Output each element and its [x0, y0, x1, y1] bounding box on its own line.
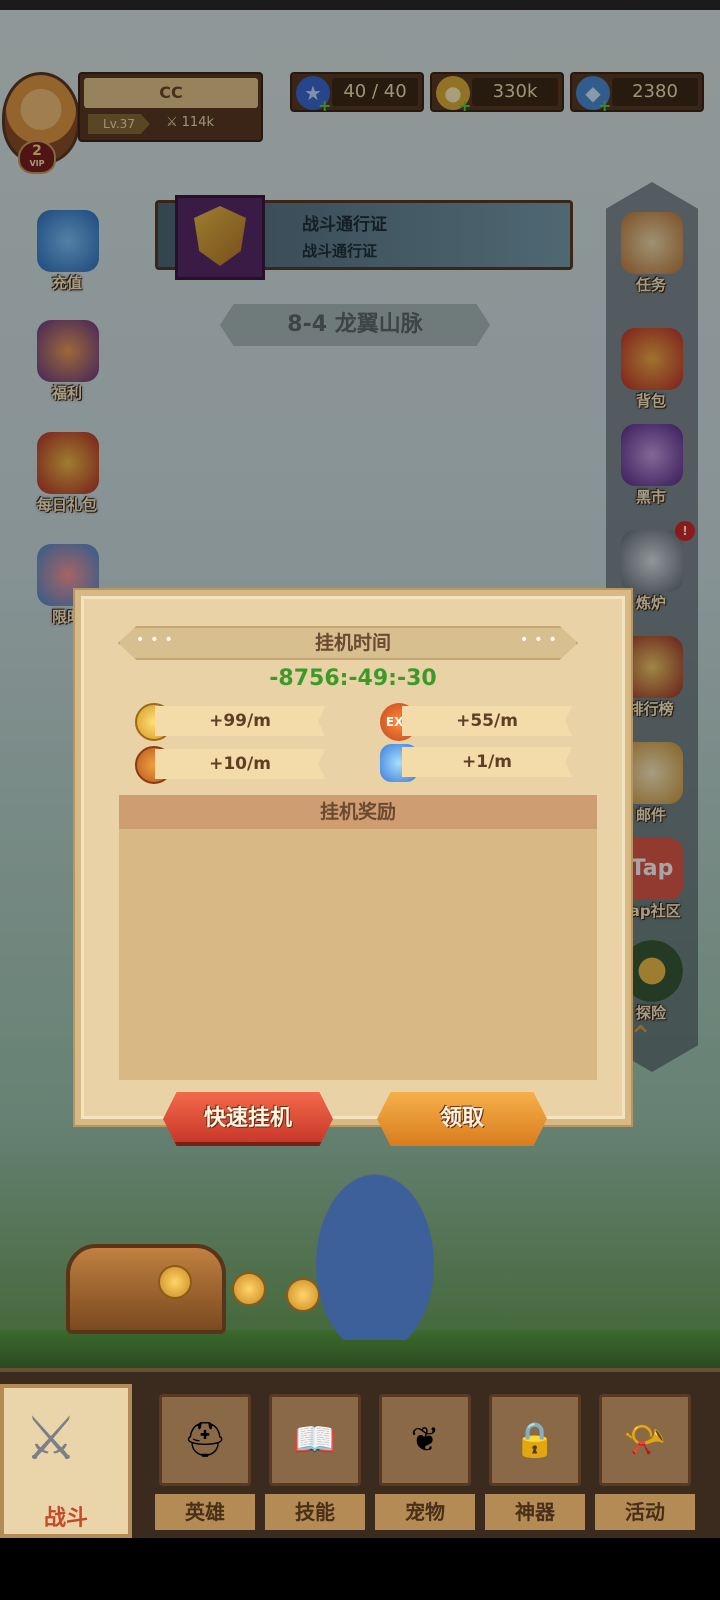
helmet-icon: ⛑ — [159, 1394, 251, 1486]
spellbook-icon: 📖 — [269, 1394, 361, 1486]
crystal-rate: +1/m — [402, 747, 572, 777]
game-scene: 2 VIP CC Lv.37 ⚔ 114k ★ + 40 / 40 ● + 330… — [0, 0, 720, 1600]
nav-artifacts[interactable]: 🔒 神器 — [485, 1394, 585, 1534]
medal-rate: +10/m — [155, 749, 325, 779]
claim-button[interactable]: 领取 — [377, 1092, 547, 1146]
nav-skills-label: 技能 — [265, 1494, 365, 1530]
nav-battle-label: 战斗 — [43, 1506, 88, 1531]
modal-title: 挂机时间 — [314, 632, 391, 654]
nav-pets-label: 宠物 — [375, 1494, 475, 1530]
treasure-chest[interactable] — [66, 1244, 226, 1334]
crossed-swords-icon: ⚔ — [24, 1404, 78, 1474]
nav-skills[interactable]: 📖 技能 — [265, 1394, 365, 1534]
pet-icon: ❦ — [379, 1394, 471, 1486]
nav-events[interactable]: 📯 活动 — [595, 1394, 695, 1534]
reward-list-panel — [119, 795, 597, 1080]
nav-heroes-label: 英雄 — [155, 1494, 255, 1530]
reward-header: 挂机奖励 — [119, 795, 597, 829]
dragon-monster — [300, 1150, 450, 1340]
coin-icon — [158, 1265, 192, 1299]
nav-pets[interactable]: ❦ 宠物 — [375, 1394, 475, 1534]
system-nav-area — [0, 1538, 720, 1600]
gold-rate: +99/m — [155, 706, 325, 736]
nav-heroes[interactable]: ⛑ 英雄 — [155, 1394, 255, 1534]
exp-rate: +55/m — [402, 706, 572, 736]
nav-events-label: 活动 — [595, 1494, 695, 1530]
coin-icon — [232, 1272, 266, 1306]
horn-icon: 📯 — [599, 1394, 691, 1486]
nav-battle[interactable]: ⚔ 战斗 — [0, 1384, 132, 1538]
nav-artifacts-label: 神器 — [485, 1494, 585, 1530]
quick-idle-button[interactable]: 快速挂机 — [163, 1092, 333, 1146]
artifact-lock-icon: 🔒 — [489, 1394, 581, 1486]
status-bar — [0, 0, 720, 10]
idle-timer: -8756:-49:-30 — [269, 666, 437, 691]
